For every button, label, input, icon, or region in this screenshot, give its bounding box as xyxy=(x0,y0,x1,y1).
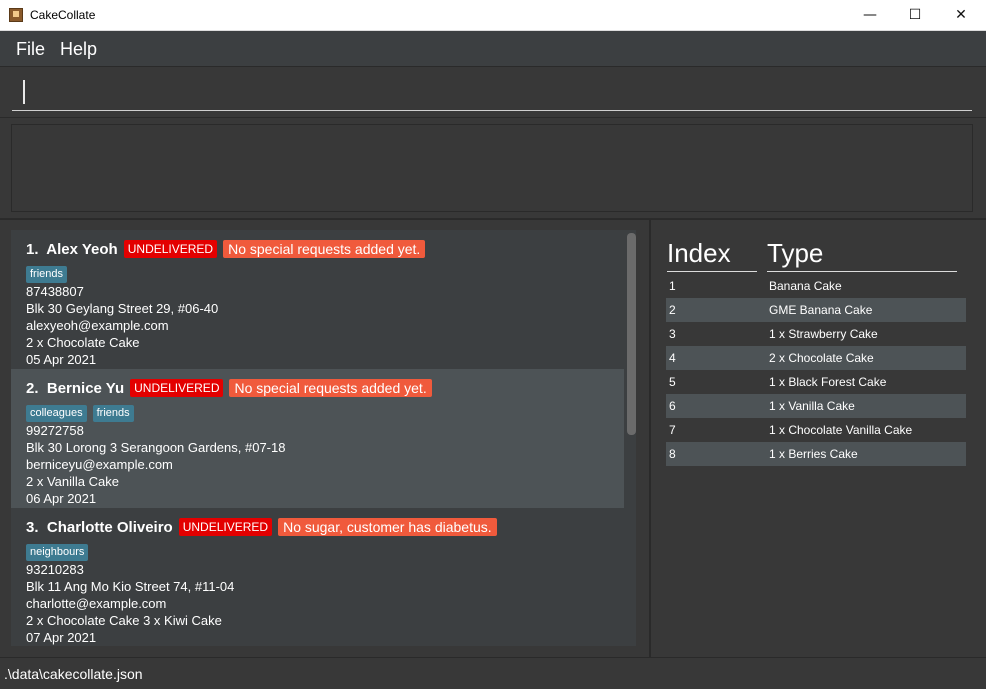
result-area xyxy=(0,118,986,218)
command-box-area xyxy=(0,66,986,118)
table-row[interactable]: 2 GME Banana Cake xyxy=(666,298,966,322)
delivery-date-text: 05 Apr 2021 xyxy=(26,352,97,367)
email-text: berniceyu@example.com xyxy=(26,457,173,472)
row-index: 8 xyxy=(669,447,676,461)
address-text: Blk 11 Ang Mo Kio Street 74, #11-04 xyxy=(26,579,235,594)
delivery-date-text: 07 Apr 2021 xyxy=(26,630,97,645)
order-items-text: 2 x Chocolate Cake xyxy=(26,335,140,350)
row-type: 1 x Berries Cake xyxy=(769,447,858,461)
row-index: 5 xyxy=(669,375,676,389)
row-index: 7 xyxy=(669,423,676,437)
phone-text: 87438807 xyxy=(26,284,84,299)
type-column-header[interactable]: Type xyxy=(767,238,957,272)
address-text: Blk 30 Lorong 3 Serangoon Gardens, #07-1… xyxy=(26,440,286,455)
status-badge: UNDELIVERED xyxy=(123,240,218,258)
row-type: 1 x Chocolate Vanilla Cake xyxy=(769,423,913,437)
order-list[interactable]: 1. Alex Yeoh UNDELIVERED No special requ… xyxy=(11,230,636,646)
menu-file[interactable]: File xyxy=(16,39,45,60)
table-row[interactable]: 7 1 x Chocolate Vanilla Cake xyxy=(666,418,966,442)
table-row[interactable]: 6 1 x Vanilla Cake xyxy=(666,394,966,418)
order-name: 1. Alex Yeoh xyxy=(26,240,118,258)
save-location-path: .\data\cakecollate.json xyxy=(4,666,143,682)
table-row[interactable]: 1 Banana Cake xyxy=(666,274,966,298)
row-index: 6 xyxy=(669,399,676,413)
order-items-text: 2 x Chocolate Cake 3 x Kiwi Cake xyxy=(26,613,222,628)
table-row[interactable]: 3 1 x Strawberry Cake xyxy=(666,322,966,346)
row-type: 1 x Strawberry Cake xyxy=(769,327,878,341)
row-type: GME Banana Cake xyxy=(769,303,873,317)
order-card[interactable]: 1. Alex Yeoh UNDELIVERED No special requ… xyxy=(11,230,624,369)
maximize-button[interactable]: ☐ xyxy=(892,0,938,30)
index-column-header[interactable]: Index xyxy=(667,238,757,272)
request-badge: No sugar, customer has diabetus. xyxy=(278,518,497,536)
phone-text: 99272758 xyxy=(26,423,84,438)
tag-label: friends xyxy=(92,405,134,422)
menu-help[interactable]: Help xyxy=(60,39,97,60)
row-type: Banana Cake xyxy=(769,279,842,293)
status-bar: .\data\cakecollate.json xyxy=(0,657,986,689)
tag-label: colleagues xyxy=(26,405,87,422)
phone-text: 93210283 xyxy=(26,562,84,577)
status-badge: UNDELIVERED xyxy=(178,518,273,536)
delivery-date-text: 06 Apr 2021 xyxy=(26,491,97,506)
request-badge: No special requests added yet. xyxy=(223,240,426,258)
item-table-panel: Index Type 1 Banana Cake 2 GME Banana Ca… xyxy=(651,220,986,657)
order-card[interactable]: 2. Bernice Yu UNDELIVERED No special req… xyxy=(11,369,624,508)
email-text: alexyeoh@example.com xyxy=(26,318,169,333)
title-bar: CakeCollate — ☐ ✕ xyxy=(0,0,986,31)
result-display[interactable] xyxy=(11,124,973,212)
status-badge: UNDELIVERED xyxy=(130,379,224,397)
row-type: 1 x Vanilla Cake xyxy=(769,399,855,413)
row-index: 3 xyxy=(669,327,676,341)
command-input[interactable] xyxy=(12,77,972,111)
order-list-panel: 1. Alex Yeoh UNDELIVERED No special requ… xyxy=(0,220,648,657)
text-caret xyxy=(23,80,25,104)
row-index: 4 xyxy=(669,351,676,365)
app-icon xyxy=(9,8,23,22)
menu-bar: File Help xyxy=(0,31,986,66)
tag-label: neighbours xyxy=(26,544,89,561)
row-index: 1 xyxy=(669,279,676,293)
table-row[interactable]: 5 1 x Black Forest Cake xyxy=(666,370,966,394)
table-row[interactable]: 4 2 x Chocolate Cake xyxy=(666,346,966,370)
window-title: CakeCollate xyxy=(30,8,96,22)
row-type: 2 x Chocolate Cake xyxy=(769,351,874,365)
address-text: Blk 30 Geylang Street 29, #06-40 xyxy=(26,301,219,316)
order-name: 2. Bernice Yu xyxy=(26,379,125,397)
table-row[interactable]: 8 1 x Berries Cake xyxy=(666,442,966,466)
request-badge: No special requests added yet. xyxy=(229,379,432,397)
list-scrollbar[interactable] xyxy=(627,233,636,435)
main-panel: 1. Alex Yeoh UNDELIVERED No special requ… xyxy=(0,219,986,657)
minimize-button[interactable]: — xyxy=(847,0,893,30)
row-index: 2 xyxy=(669,303,676,317)
tag-label: friends xyxy=(26,266,68,283)
order-items-text: 2 x Vanilla Cake xyxy=(26,474,119,489)
email-text: charlotte@example.com xyxy=(26,596,167,611)
order-name: 3. Charlotte Oliveiro xyxy=(26,518,173,536)
row-type: 1 x Black Forest Cake xyxy=(769,375,887,389)
close-button[interactable]: ✕ xyxy=(938,0,984,30)
order-card[interactable]: 3. Charlotte Oliveiro UNDELIVERED No sug… xyxy=(11,508,624,646)
